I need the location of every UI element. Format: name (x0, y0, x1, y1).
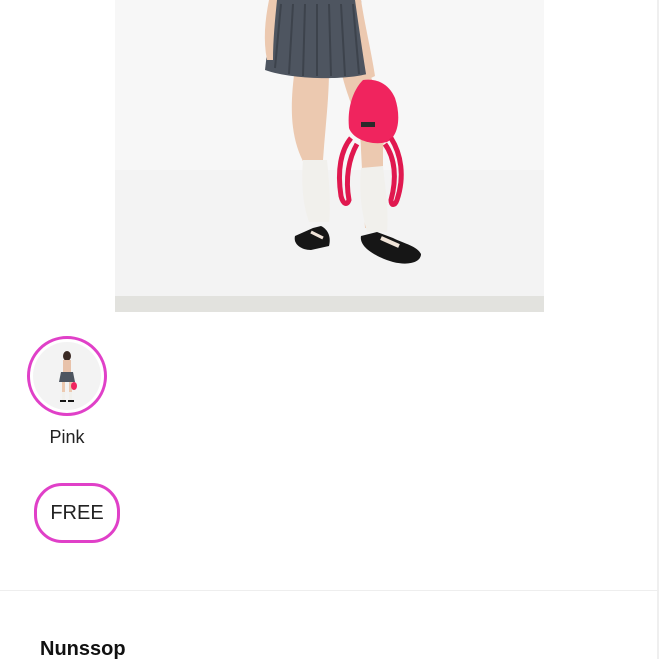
seller-name[interactable]: Nunssop (40, 638, 126, 659)
product-detail-page: Pink FREE Nunssop (0, 0, 659, 659)
color-option-label: Pink (49, 427, 85, 447)
color-swatch-thumbnail (33, 342, 101, 410)
size-option-free[interactable]: FREE (34, 483, 120, 543)
color-swatch-pink[interactable] (27, 336, 107, 416)
product-photo-illustration (115, 0, 544, 312)
product-photo (115, 0, 544, 312)
swatch-model-image (59, 351, 77, 402)
